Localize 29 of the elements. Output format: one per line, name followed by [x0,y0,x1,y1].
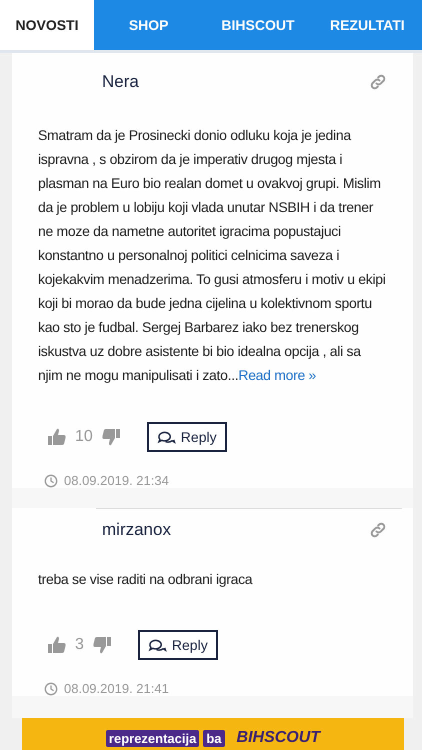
nav-tab[interactable]: NOVOSTI [0,0,94,50]
comment-text: Smatram da je Prosinecki donio odluku koja je jedina ispravna , s obzirom da je imperativ drugog mjesta i plasman na Euro bio realan domet u ovakvoj grupi. Mislim da je problem u lobiju koji vlada unutar NSBIH i da trener ne moze da nametne autoritet igracima popustajuci konstantno u personalnoj politici celnicima saveza i kojekakvim menadzerima. To gusi atmosferu i motiv u ekipi koji bi morao da bude jedna cijelina u kolektivnom sportu kao sto je fudbal. Sergej Barbarez iako bez trenerskog iskustva uz dobre asistente bi bio idealna opcija , ali sa njim ne mogu manipulisati i zato...Read more » [38,126,387,385]
thumbs-up-icon[interactable] [47,635,67,655]
thumbs-down-icon[interactable] [100,427,121,447]
nav-tab[interactable]: SHOP [94,0,204,50]
chat-icon [156,430,176,444]
comment-date: 08.09.2019. 21:41 [64,681,169,696]
logo-text: reprezentacija [106,730,200,746]
nav-tab[interactable]: BIHSCOUT [203,0,313,50]
link-icon[interactable] [369,521,387,539]
thumbs-down-icon[interactable] [92,635,112,655]
like-count: 3 [75,636,84,654]
logo-text: ba [203,730,225,746]
comment-date: 08.09.2019. 21:34 [64,473,169,488]
comment-author: mirzanox [102,520,171,540]
clock-icon [44,474,58,488]
chat-icon [148,638,167,652]
read-more-link[interactable]: Read more » [238,367,316,383]
clock-icon [44,682,58,696]
like-count: 10 [75,428,93,446]
nav-tab[interactable]: REZULTATI [312,0,422,50]
link-icon[interactable] [369,73,387,91]
comment-text: treba se vise raditi na odbrani igraca [38,570,254,589]
thumbs-up-icon[interactable] [47,427,67,447]
reply-button[interactable]: Reply [138,630,218,660]
comment-author: Nera [102,72,139,92]
reply-button[interactable]: Reply [146,422,227,452]
ad-banner[interactable]: reprezentacija ba BIHSCOUT [22,718,404,750]
partner-logo: BIHSCOUT [236,729,320,747]
